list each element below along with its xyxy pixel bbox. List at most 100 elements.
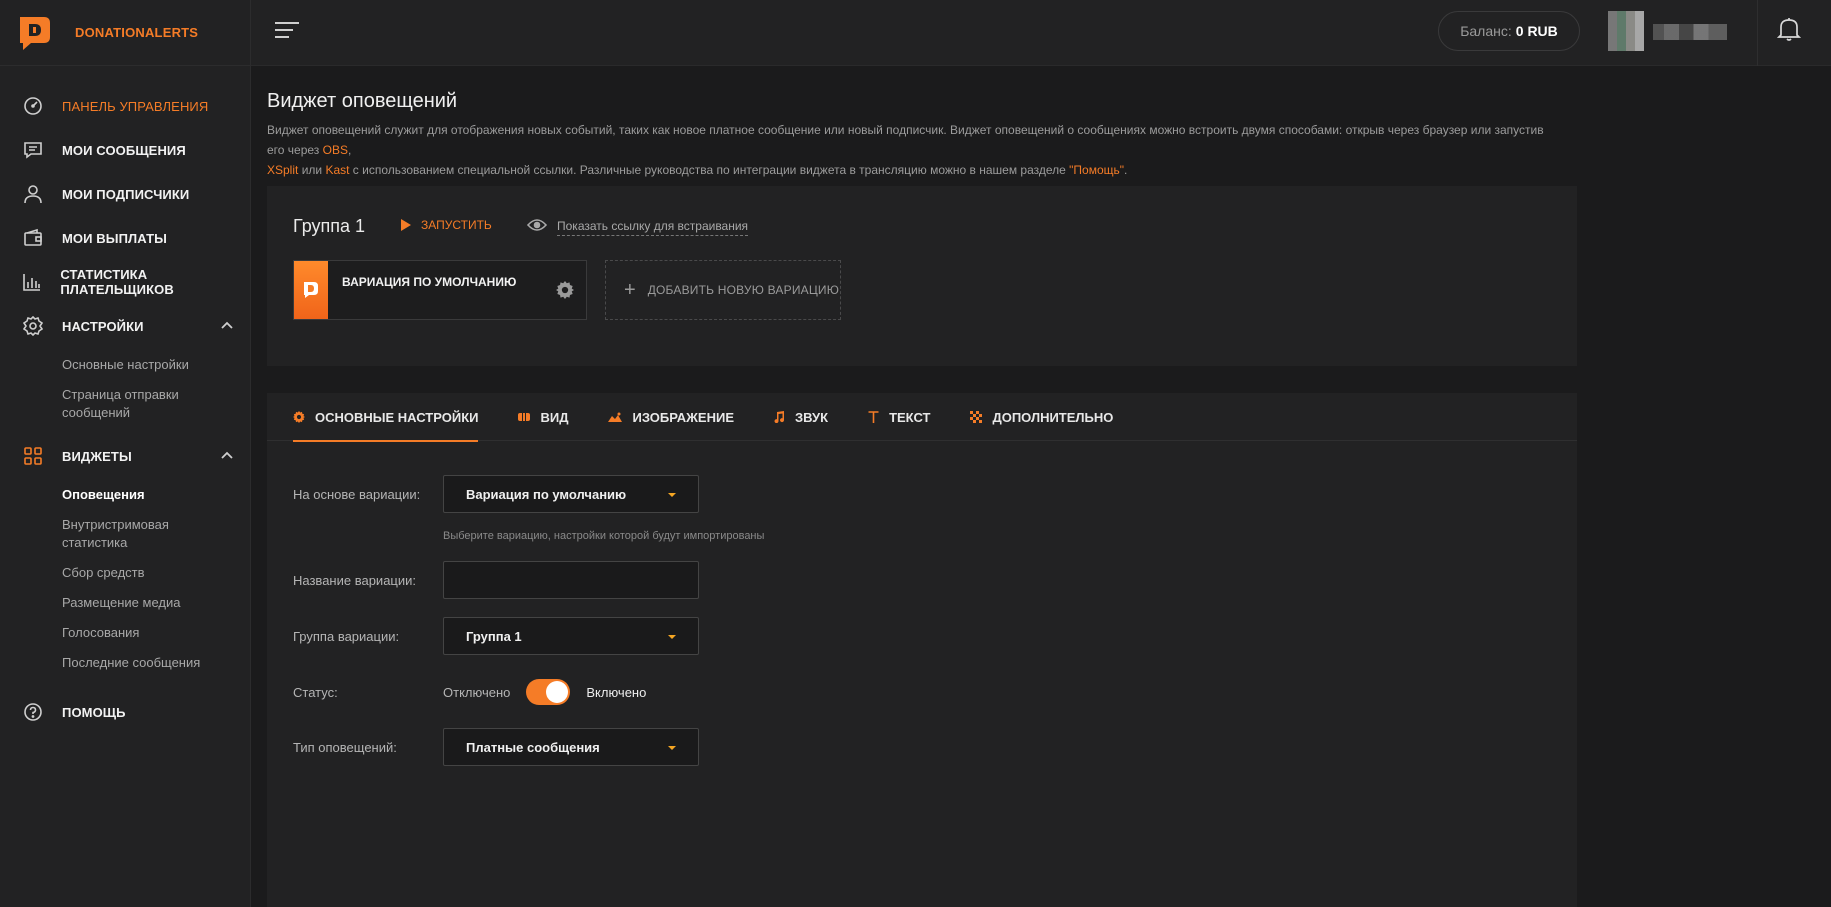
tab-image[interactable]: ИЗОБРАЖЕНИЕ xyxy=(608,393,734,441)
logo[interactable]: DONATIONALERTS xyxy=(0,0,250,66)
top-bar: Баланс: 0 RUB xyxy=(251,0,1831,66)
gear-icon[interactable] xyxy=(556,281,574,304)
based-on-hint: Выберите вариацию, настройки которой буд… xyxy=(443,530,765,542)
sidebar-subitem-alerts[interactable]: Оповещения xyxy=(62,480,232,510)
sidebar-item-payer-stats[interactable]: Статистика плательщиков xyxy=(0,260,250,304)
chevron-up-icon[interactable] xyxy=(220,448,234,467)
sidebar-subitem-polls[interactable]: Голосования xyxy=(62,618,232,648)
based-on-select[interactable]: Вариация по умолчанию xyxy=(443,475,699,513)
balance-label: Баланс: xyxy=(1460,23,1512,39)
show-embed-link[interactable]: Показать ссылку для встраивания xyxy=(526,218,749,237)
chevron-up-icon[interactable] xyxy=(220,318,234,337)
kast-link[interactable]: Kast xyxy=(325,163,349,177)
sidebar-item-dashboard[interactable]: Панель управления xyxy=(0,84,250,128)
sidebar-subitem-message-page[interactable]: Страница отправки сообщений xyxy=(62,380,232,428)
desc-text: , xyxy=(347,143,352,157)
sidebar-subitem-fundraising[interactable]: Сбор средств xyxy=(62,558,232,588)
select-value: Группа 1 xyxy=(466,628,522,644)
tab-label: ВИД xyxy=(540,409,569,425)
type-label: Тип оповещений: xyxy=(293,739,397,755)
obs-link[interactable]: OBS xyxy=(323,143,348,157)
form-row-type: Тип оповещений: Платные сообщения xyxy=(293,728,699,766)
desc-text: с использованием специальной ссылки. Раз… xyxy=(349,163,1070,177)
sidebar-item-label: Статистика плательщиков xyxy=(60,267,174,297)
tab-advanced[interactable]: ДОПОЛНИТЕЛЬНО xyxy=(970,393,1113,441)
sidebar-item-label: Панель управления xyxy=(62,98,209,114)
group-label: Группа вариации: xyxy=(293,628,400,644)
form-row-name: Название вариации: xyxy=(293,561,699,599)
xsplit-link[interactable]: XSplit xyxy=(267,163,298,177)
variation-name-input[interactable] xyxy=(443,561,699,599)
tab-text[interactable]: ТЕКСТ xyxy=(868,393,930,441)
add-variation-button[interactable]: + ДОБАВИТЬ НОВУЮ ВАРИАЦИЮ xyxy=(605,260,841,320)
balance-value: 0 RUB xyxy=(1515,23,1558,39)
toggle-knob xyxy=(546,681,569,703)
sidebar-item-help[interactable]: Помощь xyxy=(0,690,250,734)
tab-label: ИЗОБРАЖЕНИЕ xyxy=(632,409,734,425)
desc-text: или xyxy=(298,163,326,177)
sidebar-subitem-basic-settings[interactable]: Основные настройки xyxy=(62,350,232,380)
avatar[interactable] xyxy=(1608,11,1644,51)
menu-icon[interactable] xyxy=(275,22,299,40)
gear-icon xyxy=(21,314,45,338)
sidebar-item-widgets[interactable]: Виджеты xyxy=(0,434,250,478)
dashboard-icon xyxy=(21,94,45,118)
widgets-subnav: Оповещения Внутристримовая статистика Сб… xyxy=(0,478,250,684)
tab-label: ОСНОВНЫЕ НАСТРОЙКИ xyxy=(315,409,479,425)
image-icon xyxy=(608,412,623,422)
group-select[interactable]: Группа 1 xyxy=(443,617,699,655)
caret-down-icon xyxy=(668,746,676,750)
plus-icon: + xyxy=(624,279,636,301)
logo-icon xyxy=(17,15,53,51)
sidebar-item-messages[interactable]: Мои сообщения xyxy=(0,128,250,172)
caret-down-icon xyxy=(668,635,676,639)
gear-icon xyxy=(293,411,305,423)
bell-icon[interactable] xyxy=(1776,16,1803,44)
select-value: Платные сообщения xyxy=(466,739,600,755)
sidebar-subitem-stream-stats[interactable]: Внутристримовая статистика xyxy=(62,510,232,558)
sidebar-item-label: Виджеты xyxy=(62,448,132,464)
page-description: Виджет оповещений служит для отображения… xyxy=(267,120,1557,180)
desc-text: Виджет оповещений служит для отображения… xyxy=(267,123,1544,157)
tab-view[interactable]: ВИД xyxy=(518,393,568,441)
help-link[interactable]: "Помощь" xyxy=(1069,163,1124,177)
sidebar-item-label: Помощь xyxy=(62,704,126,720)
view-icon xyxy=(518,412,531,422)
main-content: Виджет оповещений Виджет оповещений служ… xyxy=(251,66,1831,907)
sidebar-subitem-last-messages[interactable]: Последние сообщения xyxy=(62,648,232,678)
embed-link-label: Показать ссылку для встраивания xyxy=(557,219,749,236)
brand-name: DONATIONALERTS xyxy=(75,25,199,40)
sidebar-item-subscribers[interactable]: Мои подписчики xyxy=(0,172,250,216)
based-on-label: На основе вариации: xyxy=(293,486,421,502)
sidebar-item-label: Мои сообщения xyxy=(62,142,186,158)
status-toggle[interactable] xyxy=(526,679,571,705)
caret-down-icon xyxy=(668,493,676,497)
eye-icon xyxy=(526,218,548,237)
tab-sound[interactable]: ЗВУК xyxy=(774,393,828,441)
launch-button[interactable]: ЗАПУСТИТЬ xyxy=(401,218,492,232)
tab-basic-settings[interactable]: ОСНОВНЫЕ НАСТРОЙКИ xyxy=(293,393,479,442)
widgets-icon xyxy=(21,444,45,468)
status-label: Статус: xyxy=(293,684,338,700)
balance-badge[interactable]: Баланс: 0 RUB xyxy=(1438,11,1580,51)
sidebar-subitem-media[interactable]: Размещение медиа xyxy=(62,588,232,618)
form-row-based-on: На основе вариации: Вариация по умолчани… xyxy=(293,475,699,513)
sidebar: DONATIONALERTS Панель управления Мои соо… xyxy=(0,0,251,907)
group-panel: Группа 1 ЗАПУСТИТЬ Показать ссылку для в… xyxy=(267,186,1577,366)
status-off-label: Отключено xyxy=(443,684,511,700)
play-icon xyxy=(401,219,411,231)
variation-card[interactable]: ВАРИАЦИЯ ПО УМОЛЧАНИЮ xyxy=(293,260,587,320)
form-row-status: Статус: Отключено Включено xyxy=(293,679,646,705)
sidebar-item-settings[interactable]: Настройки xyxy=(0,304,250,348)
tab-label: ДОПОЛНИТЕЛЬНО xyxy=(992,409,1114,425)
username-blurred[interactable] xyxy=(1653,24,1727,40)
sidebar-item-payouts[interactable]: Мои выплаты xyxy=(0,216,250,260)
name-label: Название вариации: xyxy=(293,572,416,588)
launch-label: ЗАПУСТИТЬ xyxy=(421,218,492,232)
desc-text: . xyxy=(1124,163,1128,177)
logo-icon xyxy=(294,261,328,319)
add-variation-label: ДОБАВИТЬ НОВУЮ ВАРИАЦИЮ xyxy=(647,283,840,297)
music-note-icon xyxy=(774,411,785,423)
user-icon xyxy=(21,182,45,206)
alert-type-select[interactable]: Платные сообщения xyxy=(443,728,699,766)
